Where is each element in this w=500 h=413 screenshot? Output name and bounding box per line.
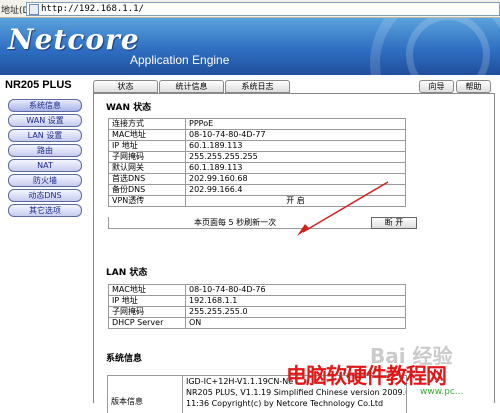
refresh-note: 本页面每 5 秒刷新一次 (194, 218, 277, 227)
tab-statistics[interactable]: 统计信息 (159, 80, 224, 93)
table-row: IP 地址 60.1.189.113 (108, 140, 406, 152)
sidebar-item-firewall[interactable]: 防火墙 (8, 174, 82, 187)
lan-table: MAC地址 08-10-74-80-4D-76 IP 地址 192.168.1.1 … (108, 284, 406, 329)
table-row: MAC地址 08-10-74-80-4D-76 (108, 284, 406, 296)
wizard-button[interactable]: 向导 (419, 80, 454, 93)
help-button[interactable]: 帮助 (456, 80, 491, 93)
header-banner: Netcore Application Engine (0, 18, 500, 75)
device-model: NR205 PLUS (5, 79, 72, 91)
table-row: 默认网关 60.1.189.113 (108, 162, 406, 174)
table-row: IP 地址 192.168.1.1 (108, 295, 406, 307)
sidebar-nav: 系统信息 WAN 设置 LAN 设置 路由 NAT 防火墙 动态DNS 其它选项 (0, 99, 88, 219)
wan-status-title: WAN 状态 (106, 103, 152, 113)
app-engine-label: Application Engine (130, 53, 230, 67)
address-bar: 地址(D) http://192.168.1.1/ (0, 0, 500, 18)
table-row: 子网掩码 255.255.255.0 (108, 306, 406, 318)
tab-status[interactable]: 状态 (93, 80, 158, 93)
site-watermark: 电脑软硬件教程网 (286, 364, 447, 388)
lan-status-title: LAN 状态 (106, 268, 148, 278)
sidebar-item-wan-settings[interactable]: WAN 设置 (8, 114, 82, 127)
annotation-arrow-icon (297, 181, 389, 236)
page-icon (29, 4, 39, 15)
table-row: 子网掩码 255.255.255.255 (108, 151, 406, 163)
table-row: DHCP Server ON (108, 317, 406, 329)
sidebar-item-system-info[interactable]: 系统信息 (8, 99, 82, 112)
site-url-watermark: www.pc... (420, 387, 464, 397)
system-info-title: 系统信息 (106, 354, 143, 364)
table-row: 连接方式 PPPoE (108, 118, 406, 130)
decor-swirl (406, 18, 490, 75)
sidebar-item-ddns[interactable]: 动态DNS (8, 189, 82, 202)
table-row: MAC地址 08-10-74-80-4D-77 (108, 129, 406, 141)
sidebar-item-routing[interactable]: 路由 (8, 144, 82, 157)
netcore-logo: Netcore (8, 23, 140, 56)
address-input[interactable]: http://192.168.1.1/ (26, 2, 500, 16)
sidebar-item-other[interactable]: 其它选项 (8, 204, 82, 217)
sidebar-item-nat[interactable]: NAT (8, 159, 82, 172)
address-url[interactable]: http://192.168.1.1/ (41, 3, 144, 15)
sidebar-item-lan-settings[interactable]: LAN 设置 (8, 129, 82, 142)
tab-system-log[interactable]: 系统日志 (225, 80, 290, 93)
